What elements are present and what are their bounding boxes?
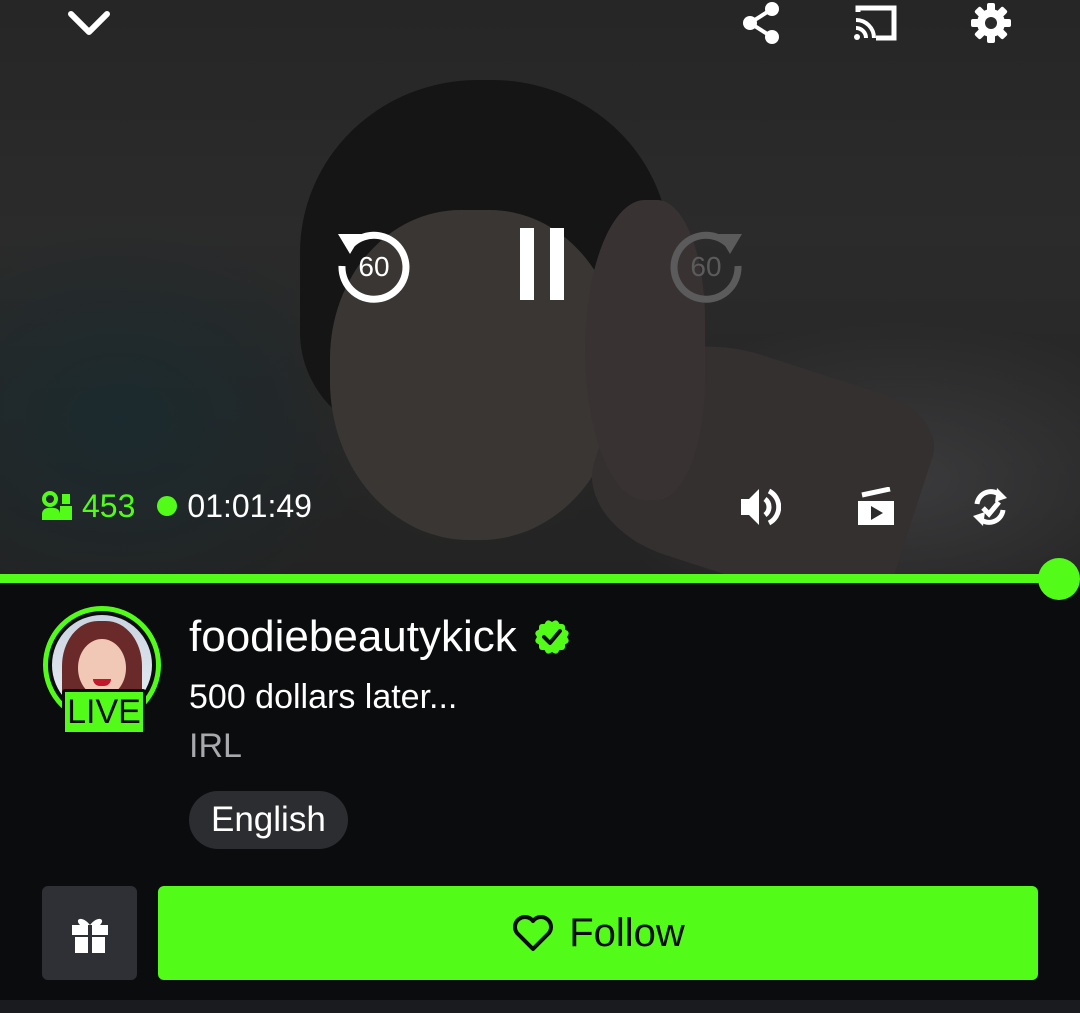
share-icon[interactable]	[736, 0, 786, 46]
forward-icon: 60	[666, 222, 750, 306]
heart-icon	[513, 915, 554, 951]
gift-icon	[71, 918, 108, 953]
settings-icon[interactable]	[966, 0, 1016, 46]
channel-name[interactable]: foodiebeautykick	[189, 612, 573, 662]
rewind-seconds-label: 60	[358, 251, 389, 282]
rotate-icon[interactable]	[966, 484, 1014, 530]
rewind-icon[interactable]: 60	[330, 222, 414, 306]
uptime-value: 01:01:49	[187, 487, 312, 524]
stream-progress-bar[interactable]	[0, 574, 1058, 583]
stream-stats: 453 01:01:49	[40, 486, 312, 526]
verified-icon	[535, 620, 569, 654]
stream-title: 500 dollars later...	[189, 678, 458, 716]
viewer-count-value: 453	[82, 487, 136, 524]
live-badge: LIVE	[62, 689, 146, 735]
pause-icon[interactable]	[510, 224, 574, 304]
language-tag[interactable]: English	[189, 791, 348, 849]
bottom-divider	[0, 1000, 1080, 1013]
gift-button[interactable]	[42, 886, 137, 980]
volume-icon[interactable]	[734, 484, 784, 530]
viewers-icon	[42, 491, 72, 520]
viewer-count: 453	[40, 488, 135, 525]
stream-category[interactable]: IRL	[189, 727, 242, 766]
chevron-down-icon[interactable]	[64, 2, 114, 44]
username-label: foodiebeautykick	[189, 612, 517, 661]
mini-player-icon[interactable]	[852, 484, 900, 530]
cast-icon[interactable]	[850, 2, 900, 44]
progress-scrubber[interactable]	[1038, 558, 1080, 600]
live-dot-icon	[157, 496, 178, 516]
forward-seconds-label: 60	[690, 251, 721, 282]
follow-label: Follow	[569, 910, 685, 955]
follow-button[interactable]: Follow	[158, 886, 1038, 980]
